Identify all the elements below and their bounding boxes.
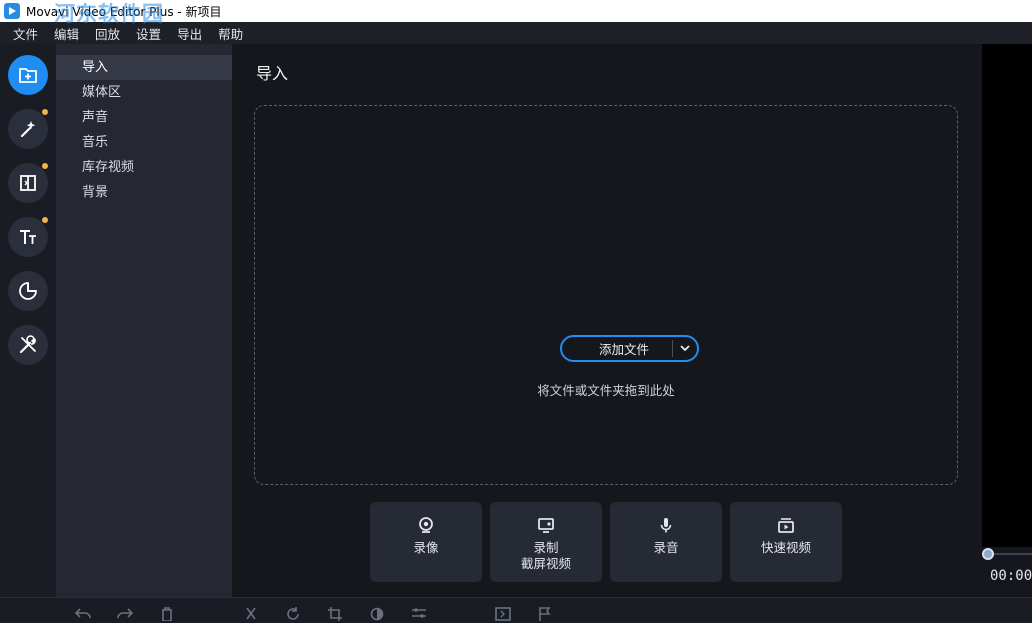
- record-audio-label: 录音: [653, 540, 679, 555]
- menu-export[interactable]: 导出: [169, 24, 210, 43]
- tools-icon: [19, 335, 36, 354]
- transitions-button[interactable]: [8, 163, 48, 203]
- preview-player: 00:00: [982, 44, 1032, 597]
- quick-video-button[interactable]: 快速视频: [730, 502, 842, 582]
- file-drop-zone[interactable]: 添加文件 将文件或文件夹拖到此处: [254, 105, 958, 485]
- titles-button[interactable]: [8, 217, 48, 257]
- split-button[interactable]: [241, 607, 261, 623]
- tool-sidebar: [0, 44, 56, 597]
- add-files-label: 添加文件: [598, 342, 649, 357]
- menu-playback[interactable]: 回放: [87, 24, 128, 43]
- transition-wizard-icon: [495, 607, 511, 621]
- undo-icon: [74, 608, 91, 619]
- color-adjust-icon: [370, 607, 384, 621]
- filters-button[interactable]: [8, 109, 48, 149]
- subnav-item-import[interactable]: 导入: [56, 55, 232, 80]
- screen-capture-button[interactable]: 录制 截屏视频: [490, 502, 602, 582]
- drop-hint-text: 将文件或文件夹拖到此处: [537, 383, 675, 398]
- window-title: Movavi Video Editor Plus - 新项目: [26, 4, 222, 19]
- rotate-icon: [287, 607, 299, 620]
- new-badge-dot: [42, 217, 48, 223]
- screen-capture-label-line2: 截屏视频: [520, 556, 571, 571]
- redo-icon: [117, 608, 134, 619]
- playback-timecode: 00:00: [990, 568, 1032, 584]
- movavi-logo-icon: [4, 3, 20, 19]
- record-video-label: 录像: [413, 540, 439, 555]
- add-files-button[interactable]: 添加文件: [560, 335, 699, 362]
- more-tools-button[interactable]: [8, 325, 48, 365]
- subnav-item-sounds[interactable]: 声音: [56, 105, 232, 130]
- new-badge-dot: [42, 109, 48, 115]
- subnav-item-music[interactable]: 音乐: [56, 130, 232, 155]
- titles-icon: [20, 230, 36, 244]
- transitions-icon: [20, 175, 36, 191]
- timeline-toolbar: [0, 597, 1032, 623]
- delete-button[interactable]: [157, 607, 177, 623]
- sliders-icon: [412, 608, 426, 618]
- chevron-down-icon: [680, 345, 690, 352]
- webcam-icon: [419, 517, 433, 533]
- import-icon: [19, 68, 37, 83]
- menu-bar: 文件 编辑 回放 设置 导出 帮助: [0, 22, 1032, 44]
- add-files-dropdown[interactable]: [673, 345, 697, 352]
- quick-video-label: 快速视频: [760, 540, 811, 555]
- stickers-icon: [19, 282, 37, 300]
- stickers-button[interactable]: [8, 271, 48, 311]
- import-subnav: 导入 媒体区 声音 音乐 库存视频 背景: [56, 44, 232, 597]
- import-panel: 导入 添加文件 将文件或文件夹拖到此处 录像 录制 截屏视频 录音 快速视频: [232, 44, 982, 597]
- preview-screen: [982, 44, 1032, 547]
- title-bar: Movavi Video Editor Plus - 新项目: [0, 0, 1032, 22]
- microphone-icon: [660, 518, 672, 533]
- flag-icon: [539, 607, 551, 621]
- menu-settings[interactable]: 设置: [128, 24, 169, 43]
- new-badge-dot: [42, 163, 48, 169]
- crop-icon: [328, 607, 342, 621]
- crop-button[interactable]: [325, 607, 345, 623]
- clip-properties-button[interactable]: [409, 607, 429, 623]
- undo-button[interactable]: [73, 607, 93, 623]
- page-title: 导入: [256, 64, 289, 83]
- subnav-item-backgrounds[interactable]: 背景: [56, 180, 232, 205]
- magic-wand-icon: [20, 121, 36, 138]
- seek-handle[interactable]: [982, 548, 994, 560]
- transition-wizard-button[interactable]: [493, 607, 513, 623]
- scissors-icon: [246, 607, 256, 620]
- screen-record-icon: [538, 518, 554, 533]
- record-audio-button[interactable]: 录音: [610, 502, 722, 582]
- subnav-item-stock-video[interactable]: 库存视频: [56, 155, 232, 180]
- menu-edit[interactable]: 编辑: [46, 24, 87, 43]
- rotate-button[interactable]: [283, 607, 303, 623]
- trash-icon: [162, 607, 172, 621]
- color-adjust-button[interactable]: [367, 607, 387, 623]
- quick-video-icon: [778, 518, 794, 533]
- redo-button[interactable]: [115, 607, 135, 623]
- record-video-button[interactable]: 录像: [370, 502, 482, 582]
- import-button[interactable]: [8, 55, 48, 95]
- subnav-item-media-bin[interactable]: 媒体区: [56, 80, 232, 105]
- screen-capture-label-line1: 录制: [533, 540, 559, 555]
- seek-track[interactable]: [988, 553, 1032, 555]
- menu-file[interactable]: 文件: [0, 24, 46, 43]
- menu-help[interactable]: 帮助: [210, 24, 251, 43]
- add-marker-button[interactable]: [535, 607, 555, 623]
